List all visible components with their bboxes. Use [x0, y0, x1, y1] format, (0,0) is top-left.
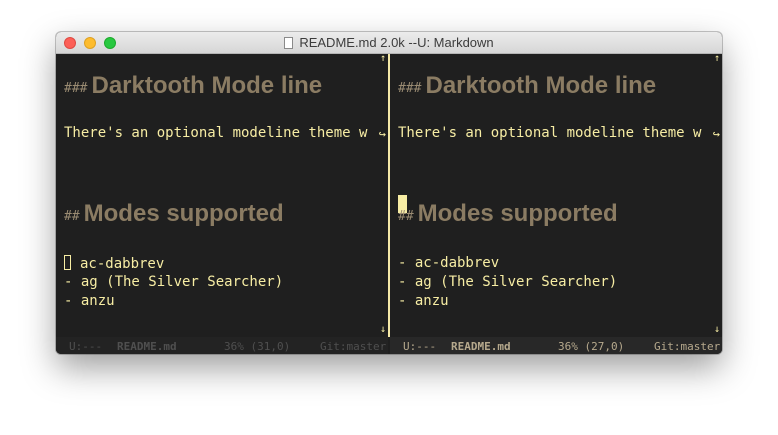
modeline-state: U:--- [403, 340, 437, 353]
modeline-position: 36% (27,0) [558, 340, 625, 353]
scroll-up-indicator-icon: ↑ [379, 54, 386, 64]
wrap-arrow-icon: ↪ [712, 127, 720, 141]
heading-markup: ## [64, 209, 80, 224]
right-editor-pane[interactable]: ### Darktooth Mode line There's an option… [390, 54, 722, 354]
heading-text: Darktooth Mode line [425, 72, 657, 99]
heading-darktooth-mode-line: ### Darktooth Mode line [398, 72, 656, 100]
hollow-cursor [64, 255, 71, 270]
mode-line-inactive[interactable]: U:--- README.md 36% (31,0) Git:master [56, 337, 388, 354]
list-item: - ag (The Silver Searcher) [398, 274, 618, 290]
modeline-buffer-name: README.md [117, 340, 177, 353]
modeline-position: 36% (31,0) [224, 340, 291, 353]
heading-text: Modes supported [417, 200, 618, 227]
heading-markup: ### [398, 81, 422, 96]
modeline-buffer-name: README.md [451, 340, 511, 353]
scroll-up-indicator-icon: ↑ [713, 54, 720, 64]
heading-text: Modes supported [83, 200, 284, 227]
heading-markup: ## [398, 209, 414, 224]
list-item: - anzu [64, 293, 115, 309]
modeline-vc-branch: Git:master [654, 340, 721, 353]
heading-modes-supported: ## Modes supported [398, 200, 618, 228]
window-title: README.md 2.0k --U: Markdown [299, 35, 494, 50]
list-item: - ac-dabbrev [398, 255, 500, 271]
heading-darktooth-mode-line: ### Darktooth Mode line [64, 72, 322, 100]
scroll-down-indicator-icon: ↓ [713, 324, 720, 335]
list-item: - ag (The Silver Searcher) [64, 274, 284, 290]
text-line: There's an optional modeline theme w [398, 125, 702, 141]
heading-markup: ### [64, 81, 88, 96]
heading-modes-supported: ## Modes supported [64, 200, 284, 228]
window-title-container: README.md 2.0k --U: Markdown [56, 35, 722, 50]
scroll-down-indicator-icon: ↓ [379, 324, 386, 335]
left-editor-pane[interactable]: ### Darktooth Mode line There's an option… [56, 54, 388, 354]
title-bar[interactable]: README.md 2.0k --U: Markdown [56, 32, 722, 54]
list-item: ac-dabbrev [64, 255, 164, 272]
list-item-text: ac-dabbrev [80, 256, 165, 272]
modeline-vc-branch: Git:master [320, 340, 387, 353]
wrap-arrow-icon: ↪ [378, 127, 386, 141]
document-icon [284, 37, 294, 49]
list-item: - anzu [398, 293, 449, 309]
mode-line-active[interactable]: U:--- README.md 36% (27,0) Git:master [390, 337, 722, 354]
emacs-window: README.md 2.0k --U: Markdown ### Darktoot… [56, 32, 722, 354]
text-line: There's an optional modeline theme w [64, 125, 368, 141]
heading-text: Darktooth Mode line [91, 72, 323, 99]
modeline-state: U:--- [69, 340, 103, 353]
